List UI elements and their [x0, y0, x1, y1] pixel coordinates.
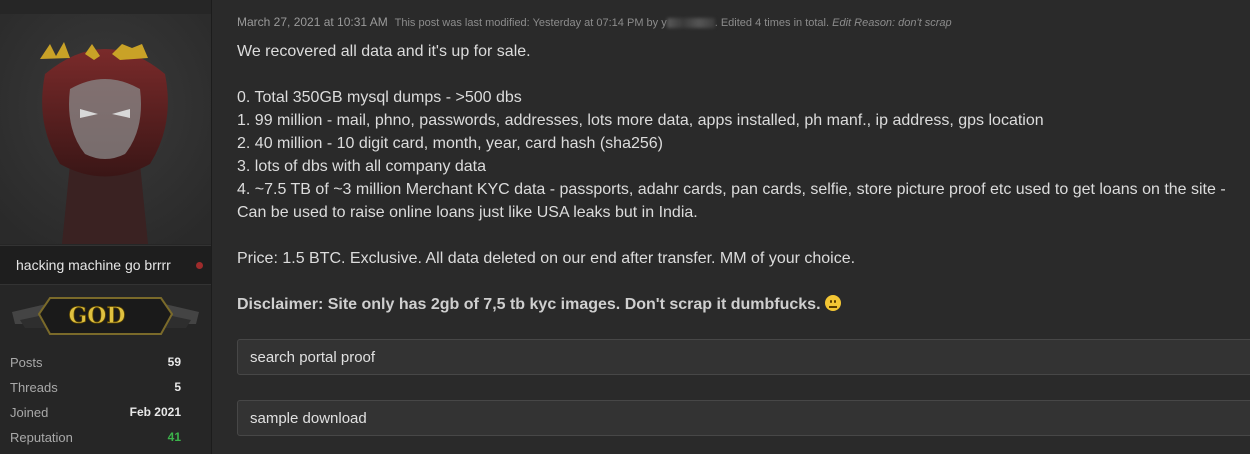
- disclaimer-text: Disclaimer: Site only has 2gb of 7,5 tb …: [237, 296, 821, 313]
- disclaimer-line: Disclaimer: Site only has 2gb of 7,5 tb …: [237, 293, 1250, 316]
- stat-posts: Posts 59: [0, 350, 211, 375]
- modified-suffix: . Edited 4 times in total.: [714, 17, 830, 29]
- post-line: We recovered all data and it's up for sa…: [237, 43, 531, 60]
- post-line: Can be used to raise online loans just l…: [237, 204, 698, 221]
- post-line: 0. Total 350GB mysql dumps - >500 dbs: [237, 89, 522, 106]
- spoiler-label: search portal proof: [250, 349, 376, 366]
- post-line: 2. 40 million - 10 digit card, month, ye…: [237, 135, 663, 152]
- username[interactable]: hacking machine go brrrr: [16, 257, 171, 273]
- post-line: 1. 99 million - mail, phno, passwords, a…: [237, 112, 1044, 129]
- stat-value[interactable]: 59: [168, 355, 181, 369]
- rank-badge: GOD: [0, 284, 211, 344]
- post-line: 3. lots of dbs with all company data: [237, 158, 487, 175]
- stat-value[interactable]: 5: [174, 380, 181, 394]
- stat-label: Joined: [10, 405, 49, 420]
- post-date[interactable]: March 27, 2021 at 10:31 AM: [237, 15, 388, 29]
- post-line: Price: 1.5 BTC. Exclusive. All data dele…: [237, 250, 856, 267]
- stat-label: Threads: [10, 380, 58, 395]
- redacted-username: [666, 18, 715, 29]
- stat-label: Reputation: [10, 430, 73, 445]
- spoiler-sample-download[interactable]: sample download: [237, 400, 1250, 436]
- user-stats: Posts 59 Threads 5 Joined Feb 2021 Reput…: [0, 350, 211, 450]
- neutral-face-icon: [824, 295, 841, 311]
- stat-joined: Joined Feb 2021: [0, 400, 211, 425]
- spoiler-label: sample download: [250, 410, 367, 427]
- edit-reason: Edit Reason: don't scrap: [832, 17, 952, 29]
- rank-label: GOD: [68, 303, 125, 329]
- username-box: hacking machine go brrrr: [0, 245, 211, 285]
- stat-label: Posts: [10, 355, 43, 370]
- stat-value: Feb 2021: [129, 405, 181, 419]
- offline-status-icon: [196, 262, 203, 269]
- post-meta: March 27, 2021 at 10:31 AM This post was…: [237, 15, 952, 29]
- post-line: 4. ~7.5 TB of ~3 million Merchant KYC da…: [237, 181, 1226, 198]
- stat-threads: Threads 5: [0, 375, 211, 400]
- stat-reputation: Reputation 41: [0, 425, 211, 450]
- post-body: March 27, 2021 at 10:31 AM This post was…: [237, 0, 1250, 454]
- modified-notice: This post was last modified: Yesterday a…: [394, 17, 667, 29]
- stat-value[interactable]: 41: [168, 430, 181, 444]
- avatar[interactable]: [0, 14, 211, 244]
- user-panel: hacking machine go brrrr GOD Posts 59 Th…: [0, 0, 212, 454]
- post-text: We recovered all data and it's up for sa…: [237, 40, 1250, 316]
- spoiler-search-portal-proof[interactable]: search portal proof: [237, 339, 1250, 375]
